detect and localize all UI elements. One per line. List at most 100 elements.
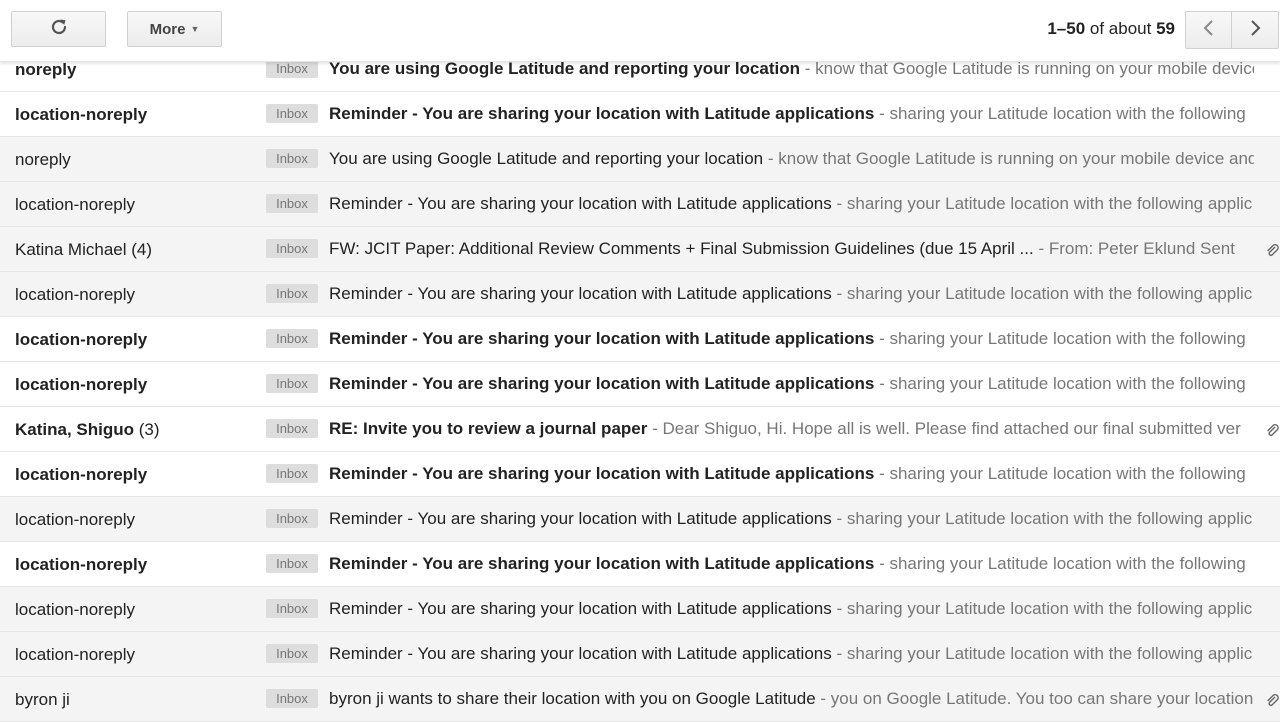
email-snippet-sep: - <box>874 464 890 483</box>
email-snippet: sharing your Latitude location with the … <box>889 104 1246 123</box>
email-snippet: From: Peter Eklund Sent <box>1048 239 1235 258</box>
paperclip-icon <box>1264 422 1280 438</box>
email-snippet-sep: - <box>874 329 890 348</box>
email-snippet: sharing your Latitude location with the … <box>846 599 1253 618</box>
chevron-right-icon <box>1248 19 1262 42</box>
sender-name: location-noreply <box>15 645 136 664</box>
email-snippet-sep: - <box>874 374 890 393</box>
email-row[interactable]: location-noreply Inbox Reminder - You ar… <box>0 497 1280 542</box>
sender-name: location-noreply <box>15 375 148 394</box>
email-sender: byron ji <box>15 690 260 710</box>
email-subject: You are using Google Latitude and report… <box>329 149 764 168</box>
inbox-label[interactable]: Inbox <box>266 284 318 303</box>
email-snippet: sharing your Latitude location with the … <box>889 329 1246 348</box>
email-content: Reminder - You are sharing your location… <box>329 284 1254 304</box>
pager-range: 1–50 of about 59 <box>1047 19 1175 39</box>
email-sender: location-noreply <box>15 330 260 350</box>
inbox-label[interactable]: Inbox <box>266 419 318 438</box>
email-sender: Katina Michael (4) <box>15 240 260 260</box>
email-content: FW: JCIT Paper: Additional Review Commen… <box>329 239 1254 259</box>
email-subject: Reminder - You are sharing your location… <box>329 644 832 663</box>
email-sender: location-noreply <box>15 555 260 575</box>
inbox-label[interactable]: Inbox <box>266 689 318 708</box>
email-content: Reminder - You are sharing your location… <box>329 644 1254 664</box>
email-list: noreply Inbox You are using Google Latit… <box>0 47 1280 722</box>
email-row[interactable]: Katina, Shiguo (3) Inbox RE: Invite you … <box>0 407 1280 452</box>
inbox-label[interactable]: Inbox <box>266 374 318 393</box>
email-sender: location-noreply <box>15 105 260 125</box>
pager-range-value: 1–50 <box>1047 19 1086 38</box>
sender-name: location-noreply <box>15 600 136 619</box>
inbox-label[interactable]: Inbox <box>266 239 318 258</box>
email-row[interactable]: location-noreply Inbox Reminder - You ar… <box>0 452 1280 497</box>
email-content: Reminder - You are sharing your location… <box>329 104 1254 124</box>
email-content: Reminder - You are sharing your location… <box>329 599 1254 619</box>
email-content: Reminder - You are sharing your location… <box>329 464 1254 484</box>
email-snippet: sharing your Latitude location with the … <box>889 374 1246 393</box>
chevron-left-icon <box>1202 19 1216 42</box>
email-row[interactable]: location-noreply Inbox Reminder - You ar… <box>0 182 1280 227</box>
email-row[interactable]: Katina Michael (4) Inbox FW: JCIT Paper:… <box>0 227 1280 272</box>
email-snippet-sep: - <box>874 554 890 573</box>
email-sender: location-noreply <box>15 645 260 665</box>
email-subject: FW: JCIT Paper: Additional Review Commen… <box>329 239 1034 258</box>
inbox-label[interactable]: Inbox <box>266 149 318 168</box>
email-snippet-sep: - <box>647 419 663 438</box>
email-sender: location-noreply <box>15 375 260 395</box>
email-content: Reminder - You are sharing your location… <box>329 509 1254 529</box>
email-snippet: know that Google Latitude is running on … <box>778 149 1254 168</box>
email-subject: Reminder - You are sharing your location… <box>329 284 832 303</box>
email-content: RE: Invite you to review a journal paper… <box>329 419 1254 439</box>
inbox-label[interactable]: Inbox <box>266 329 318 348</box>
inbox-label[interactable]: Inbox <box>266 509 318 528</box>
email-snippet-sep: - <box>1033 239 1049 258</box>
email-snippet-sep: - <box>831 284 847 303</box>
email-subject: Reminder - You are sharing your location… <box>329 194 832 213</box>
email-row[interactable]: location-noreply Inbox Reminder - You ar… <box>0 542 1280 587</box>
email-row[interactable]: location-noreply Inbox Reminder - You ar… <box>0 92 1280 137</box>
inbox-label[interactable]: Inbox <box>266 554 318 573</box>
email-row[interactable]: byron ji Inbox byron ji wants to share t… <box>0 677 1280 722</box>
email-row[interactable]: location-noreply Inbox Reminder - You ar… <box>0 272 1280 317</box>
paperclip-icon <box>1264 242 1280 258</box>
email-row[interactable]: location-noreply Inbox Reminder - You ar… <box>0 587 1280 632</box>
paperclip-icon <box>1264 692 1280 708</box>
email-content: You are using Google Latitude and report… <box>329 149 1254 169</box>
sender-name: location-noreply <box>15 330 148 349</box>
email-row[interactable]: location-noreply Inbox Reminder - You ar… <box>0 632 1280 677</box>
thread-count: (3) <box>138 420 160 439</box>
email-snippet: sharing your Latitude location with the … <box>846 644 1253 663</box>
inbox-label[interactable]: Inbox <box>266 599 318 618</box>
email-subject: Reminder - You are sharing your location… <box>329 464 875 483</box>
inbox-label[interactable]: Inbox <box>266 464 318 483</box>
email-row[interactable]: location-noreply Inbox Reminder - You ar… <box>0 317 1280 362</box>
newer-button[interactable] <box>1185 11 1232 49</box>
email-snippet: sharing your Latitude location with the … <box>889 554 1246 573</box>
older-button[interactable] <box>1232 11 1279 49</box>
sender-name: byron ji <box>15 690 70 709</box>
email-snippet: sharing your Latitude location with the … <box>889 464 1246 483</box>
email-snippet: you on Google Latitude. You too can shar… <box>830 689 1254 708</box>
refresh-button[interactable] <box>11 11 106 47</box>
email-content: You are using Google Latitude and report… <box>329 59 1254 79</box>
sender-name: location-noreply <box>15 105 148 124</box>
email-sender: location-noreply <box>15 285 260 305</box>
email-row[interactable]: noreply Inbox You are using Google Latit… <box>0 137 1280 182</box>
inbox-label[interactable]: Inbox <box>266 644 318 663</box>
email-sender: location-noreply <box>15 510 260 530</box>
email-snippet-sep: - <box>874 104 890 123</box>
email-sender: location-noreply <box>15 600 260 620</box>
more-button[interactable]: More ▼ <box>127 11 222 47</box>
refresh-icon <box>49 17 69 42</box>
email-subject: Reminder - You are sharing your location… <box>329 104 875 123</box>
email-content: Reminder - You are sharing your location… <box>329 554 1254 574</box>
email-snippet-sep: - <box>831 194 847 213</box>
inbox-label[interactable]: Inbox <box>266 194 318 213</box>
email-row[interactable]: location-noreply Inbox Reminder - You ar… <box>0 362 1280 407</box>
inbox-label[interactable]: Inbox <box>266 104 318 123</box>
email-subject: Reminder - You are sharing your location… <box>329 374 875 393</box>
email-content: Reminder - You are sharing your location… <box>329 329 1254 349</box>
email-subject: byron ji wants to share their location w… <box>329 689 816 708</box>
sender-name: location-noreply <box>15 510 136 529</box>
sender-name: Katina Michael <box>15 240 127 259</box>
